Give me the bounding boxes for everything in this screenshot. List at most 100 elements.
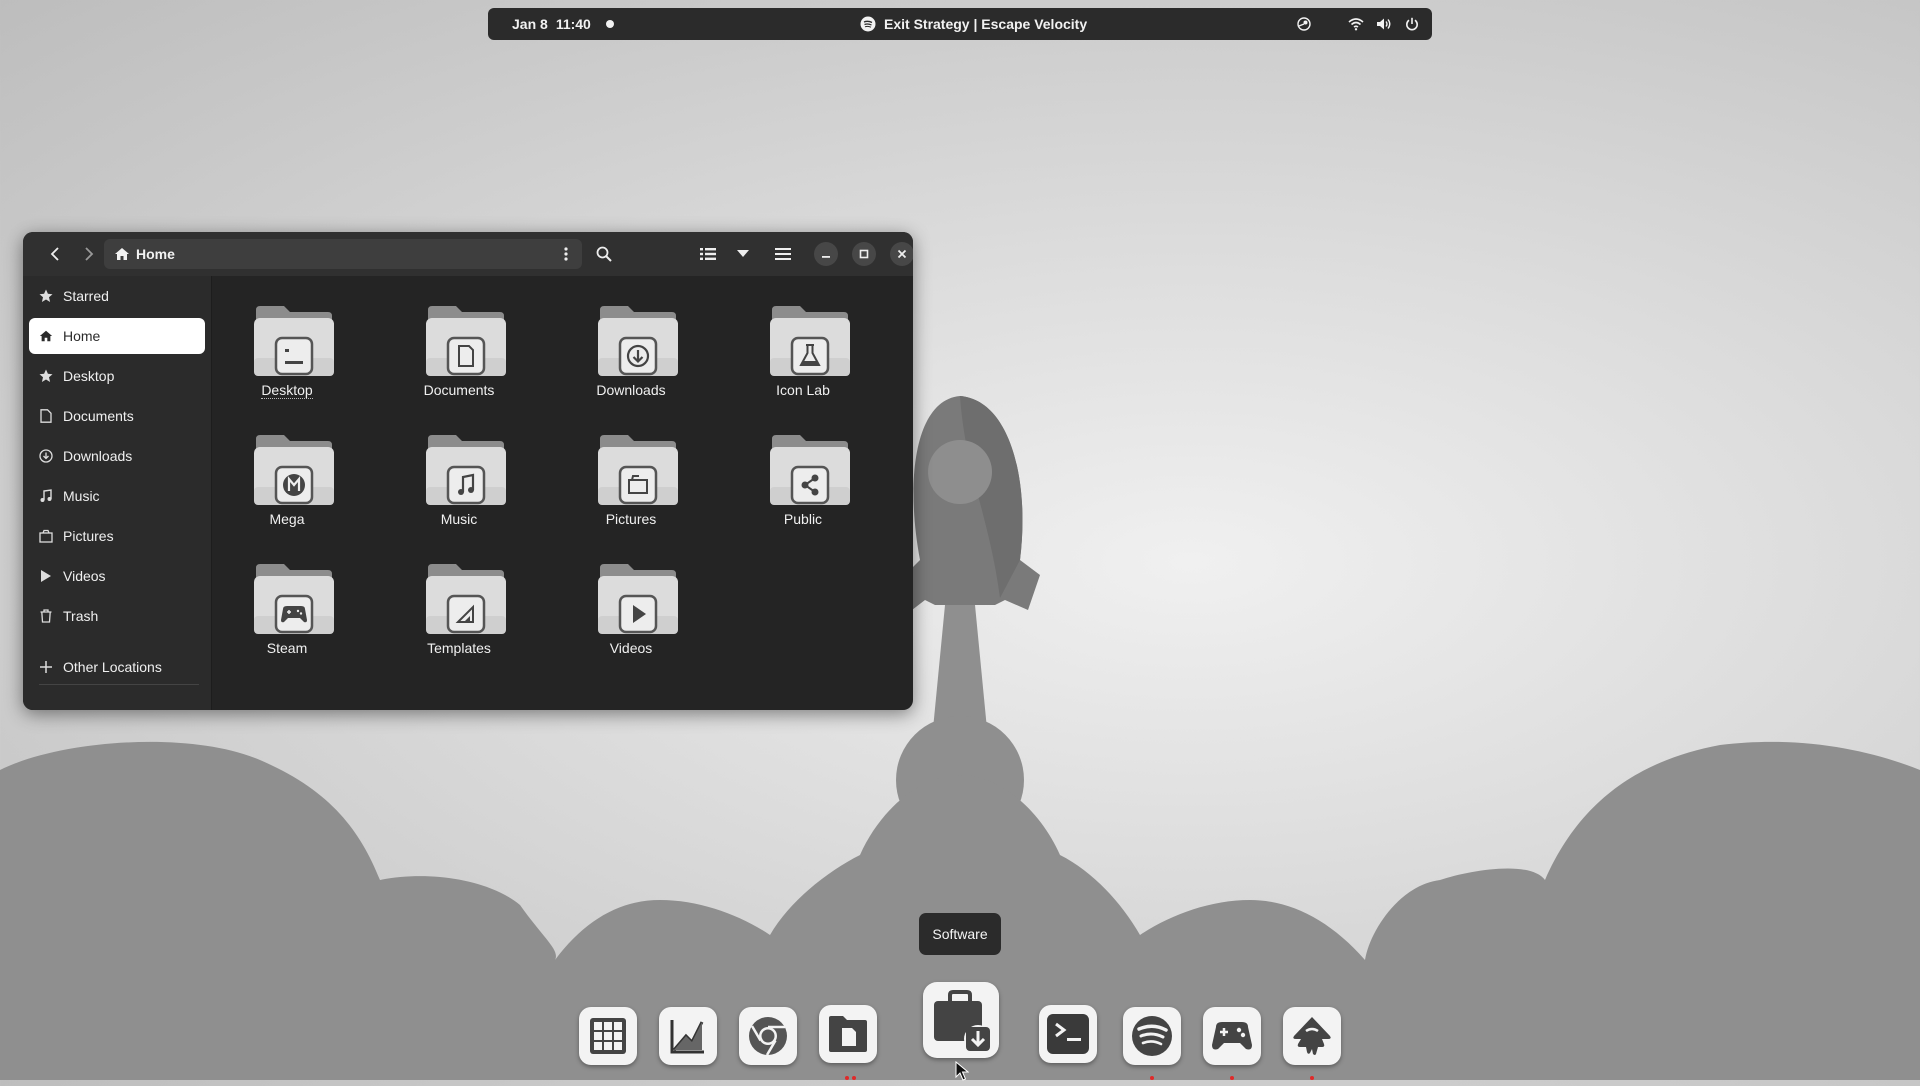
path-bar[interactable]: Home xyxy=(104,239,582,269)
home-icon xyxy=(38,328,54,344)
search-button[interactable] xyxy=(589,239,619,269)
music-icon xyxy=(38,488,54,504)
folder-label: Steam xyxy=(266,640,308,656)
mega-folder-icon xyxy=(254,435,334,505)
view-options-button[interactable] xyxy=(728,239,758,269)
documents-folder-icon xyxy=(426,306,506,376)
list-view-button[interactable] xyxy=(693,239,723,269)
notification-dot xyxy=(606,20,614,28)
media-indicator[interactable]: Exit Strategy | Escape Velocity xyxy=(860,8,1087,40)
folder-label: Desktop xyxy=(261,382,313,399)
dock-games[interactable] xyxy=(1203,1007,1261,1065)
sidebar-item-other-locations[interactable]: Other Locations xyxy=(29,649,205,685)
plus-icon xyxy=(38,659,54,675)
sidebar-item-label: Starred xyxy=(63,288,109,304)
folder-label: Mega xyxy=(269,511,305,527)
dock-software[interactable] xyxy=(923,982,999,1058)
sidebar-item-home[interactable]: Home xyxy=(29,318,205,354)
running-indicator xyxy=(845,1076,849,1080)
spotify-icon xyxy=(860,16,876,32)
mouse-cursor-icon xyxy=(955,1060,970,1086)
chrome-icon xyxy=(749,1017,787,1056)
gamepad-folder-icon xyxy=(254,564,334,634)
folder-public[interactable]: Public xyxy=(743,425,863,535)
tooltip-label: Software xyxy=(932,926,988,942)
dock-terminal[interactable] xyxy=(1039,1005,1097,1063)
power-icon[interactable] xyxy=(1404,16,1420,32)
folder-label: Pictures xyxy=(605,511,657,527)
sidebar-item-music[interactable]: Music xyxy=(29,478,205,514)
downloads-folder-icon xyxy=(598,306,678,376)
sidebar-item-videos[interactable]: Videos xyxy=(29,558,205,594)
running-indicator xyxy=(852,1076,856,1080)
share-folder-icon xyxy=(770,435,850,505)
top-bar: Jan 8 11:40 Exit Strategy | Escape Veloc… xyxy=(488,8,1432,40)
folder-templates[interactable]: Templates xyxy=(399,554,519,664)
folder-label: Icon Lab xyxy=(776,382,830,398)
more-options-icon[interactable] xyxy=(554,239,578,269)
download-icon xyxy=(38,448,54,464)
sidebar-item-downloads[interactable]: Downloads xyxy=(29,438,205,474)
volume-icon[interactable] xyxy=(1376,16,1392,32)
back-button[interactable] xyxy=(40,239,70,269)
dock-files[interactable] xyxy=(819,1005,877,1063)
dock-chrome[interactable] xyxy=(739,1007,797,1065)
folder-music[interactable]: Music xyxy=(399,425,519,535)
folder-mega[interactable]: Mega xyxy=(227,425,347,535)
sidebar-item-desktop[interactable]: Desktop xyxy=(29,358,205,394)
clock[interactable]: Jan 8 11:40 xyxy=(512,8,591,40)
pictures-folder-icon xyxy=(598,435,678,505)
home-icon xyxy=(114,246,130,262)
maximize-button[interactable] xyxy=(852,242,876,266)
steam-icon[interactable] xyxy=(1296,16,1312,32)
sidebar-item-documents[interactable]: Documents xyxy=(29,398,205,434)
folder-videos[interactable]: Videos xyxy=(571,554,691,664)
wifi-icon[interactable] xyxy=(1348,16,1364,32)
sidebar-item-label: Videos xyxy=(63,568,106,584)
dock-graph-app[interactable] xyxy=(659,1007,717,1065)
sidebar-item-label: Other Locations xyxy=(63,659,162,675)
folder-label: Downloads xyxy=(596,382,666,398)
sidebar-item-pictures[interactable]: Pictures xyxy=(29,518,205,554)
graph-icon xyxy=(670,1020,704,1054)
sidebar-item-trash[interactable]: Trash xyxy=(29,598,205,634)
close-button[interactable] xyxy=(890,242,913,266)
sidebar-item-label: Desktop xyxy=(63,368,115,384)
video-icon xyxy=(38,568,54,584)
file-manager-window: Home Starred Home Desktop Documents Down… xyxy=(23,232,913,710)
folder-downloads[interactable]: Downloads xyxy=(571,296,691,406)
sidebar-item-label: Trash xyxy=(63,608,99,624)
files-icon xyxy=(829,1016,867,1052)
sidebar-item-starred[interactable]: Starred xyxy=(29,278,205,314)
inkscape-icon xyxy=(1293,1017,1331,1055)
folder-icon-lab[interactable]: Icon Lab xyxy=(743,296,863,406)
forward-button[interactable] xyxy=(74,239,104,269)
videos-folder-icon xyxy=(598,564,678,634)
header-bar: Home xyxy=(23,232,913,276)
template-folder-icon xyxy=(426,564,506,634)
sidebar-item-label: Home xyxy=(63,328,101,344)
trash-icon xyxy=(38,608,54,624)
desktop-folder-icon xyxy=(254,306,334,376)
gamepad-icon xyxy=(1212,1022,1252,1050)
folder-label: Documents xyxy=(423,382,495,398)
dock-tooltip: Software xyxy=(919,913,1001,955)
dock-inkscape[interactable] xyxy=(1283,1007,1341,1065)
folder-label: Templates xyxy=(427,640,491,656)
flask-folder-icon xyxy=(770,306,850,376)
system-tray[interactable] xyxy=(1296,8,1420,40)
app-grid-icon xyxy=(590,1018,626,1054)
folder-documents[interactable]: Documents xyxy=(399,296,519,406)
folder-desktop[interactable]: Desktop xyxy=(227,296,347,406)
folder-pictures[interactable]: Pictures xyxy=(571,425,691,535)
main-menu-button[interactable] xyxy=(768,239,798,269)
software-icon xyxy=(934,990,992,1053)
folder-label: Music xyxy=(440,511,478,527)
minimize-button[interactable] xyxy=(814,242,838,266)
dock-spotify[interactable] xyxy=(1123,1007,1181,1065)
sidebar-item-label: Pictures xyxy=(63,528,114,544)
running-indicator xyxy=(1310,1076,1314,1080)
sidebar-item-label: Music xyxy=(63,488,100,504)
dock-app-grid[interactable] xyxy=(579,1007,637,1065)
folder-steam[interactable]: Steam xyxy=(227,554,347,664)
